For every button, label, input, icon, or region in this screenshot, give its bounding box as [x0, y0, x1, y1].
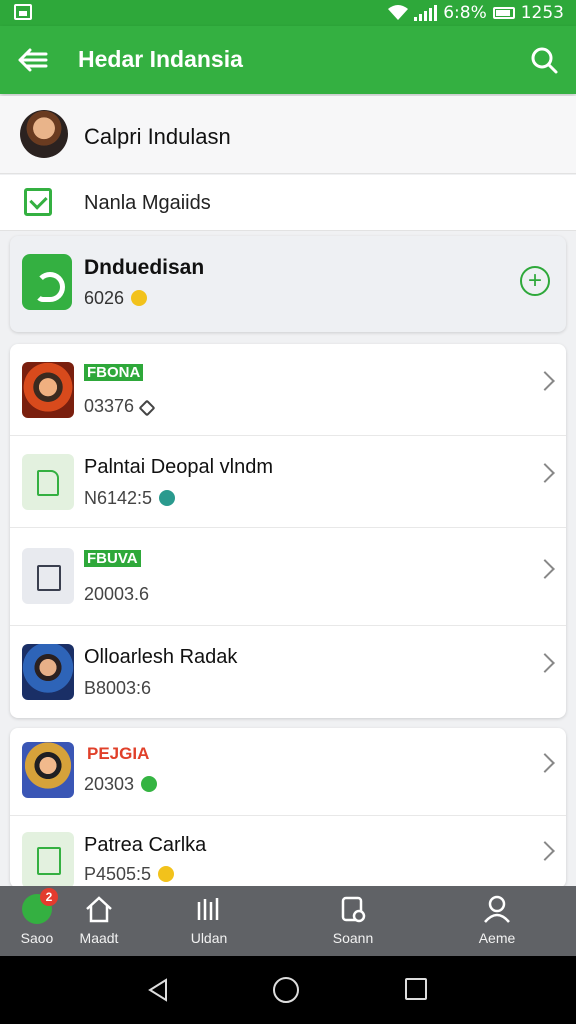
- nav-label: Maadt: [79, 930, 119, 946]
- list-item[interactable]: Olloarlesh Radak B8003:6: [10, 626, 566, 718]
- item-sub: P4505:5: [84, 864, 175, 885]
- recent-apps-icon[interactable]: [405, 978, 427, 1000]
- chat-icon: 2: [22, 888, 58, 924]
- item-sub: B8003:6: [84, 678, 152, 698]
- scan-icon: [341, 896, 366, 923]
- status-bar: 6:8% 1253: [0, 0, 576, 26]
- home-circle-icon[interactable]: [273, 977, 299, 1003]
- bottom-nav: 2 Saoo Maadt Uldan Soann Aeme: [0, 886, 576, 956]
- bars-icon: [197, 898, 219, 920]
- list-item[interactable]: FBUVA 20003.6: [10, 528, 566, 626]
- chart-check-icon: [24, 188, 52, 216]
- nav-item-list[interactable]: Uldan: [164, 894, 254, 946]
- list-item[interactable]: Palntai Deopal vlndm N6142:5: [10, 436, 566, 528]
- home-icon: [86, 896, 112, 923]
- app-bar: Hedar Indansia: [0, 26, 576, 94]
- list-card: PEJGIA 20303 Patrea Carlka P4505:5: [10, 728, 566, 888]
- nav-item-profile[interactable]: Aeme: [452, 894, 542, 946]
- sub-row[interactable]: Nanla Mgaiids: [0, 175, 576, 231]
- nav-item-home[interactable]: Maadt: [54, 894, 144, 946]
- nav-label: Aeme: [478, 930, 516, 946]
- battery-icon: [492, 7, 515, 19]
- gallery-icon: [14, 4, 32, 20]
- sub-row-label: Nanla Mgaiids: [84, 192, 211, 214]
- list-item[interactable]: Patrea Carlka P4505:5: [10, 816, 566, 888]
- profile-icon: [484, 895, 510, 923]
- item-sub: 20003.6: [84, 584, 150, 604]
- item-sub: N6142:5: [84, 488, 176, 509]
- account-name: Calpri Indulasn: [84, 124, 231, 149]
- featured-name: Dnduedisan: [84, 256, 205, 279]
- document-icon: [22, 832, 74, 888]
- wifi-icon: [388, 5, 409, 20]
- page-title: Hedar Indansia: [78, 46, 243, 72]
- edit-document-icon: [22, 548, 74, 604]
- search-icon[interactable]: [528, 44, 560, 76]
- tag-icon: [138, 399, 156, 417]
- document-icon: [22, 454, 74, 510]
- chevron-right-icon: [535, 559, 555, 579]
- chevron-right-icon: [535, 653, 555, 673]
- emoji-icon: [158, 866, 175, 882]
- chevron-right-icon: [535, 463, 555, 483]
- item-tag: PEJGIA: [87, 744, 150, 763]
- add-circle-icon[interactable]: +: [520, 266, 550, 296]
- app-icon: [22, 254, 72, 310]
- item-sub: 03376: [84, 396, 156, 417]
- battery-percent: 6:8%: [443, 3, 487, 23]
- item-sub: 20303: [84, 774, 158, 795]
- check-icon: [141, 776, 158, 792]
- emoji-icon: [159, 490, 176, 506]
- thumbnail: [22, 362, 74, 418]
- back-triangle-icon[interactable]: [146, 978, 170, 1002]
- thumbnail: [22, 742, 74, 798]
- status-bar-right: 6:8% 1253: [388, 3, 564, 23]
- chevron-right-icon: [535, 841, 555, 861]
- featured-meta: 6026: [84, 288, 148, 309]
- nav-label: Uldan: [190, 930, 228, 946]
- clock: 1253: [520, 3, 564, 23]
- featured-card[interactable]: Dnduedisan 6026 +: [10, 236, 566, 332]
- list-item[interactable]: FBONA 03376: [10, 344, 566, 436]
- chevron-right-icon: [535, 371, 555, 391]
- item-tag: FBONA: [84, 364, 144, 381]
- list-item[interactable]: PEJGIA 20303: [10, 728, 566, 816]
- chevron-right-icon: [535, 753, 555, 773]
- item-title: Olloarlesh Radak: [84, 646, 238, 668]
- avatar: [20, 110, 68, 158]
- back-arrow-icon[interactable]: [18, 46, 48, 74]
- thumbnail: [22, 644, 74, 700]
- signal-icon: [414, 5, 438, 21]
- item-title: Palntai Deopal vlndm: [84, 456, 273, 478]
- account-row[interactable]: Calpri Indulasn: [0, 96, 576, 174]
- emoji-icon: [131, 290, 148, 306]
- list-card: FBONA 03376 Palntai Deopal vlndm N6142:5…: [10, 344, 566, 718]
- system-nav-bar: [0, 956, 576, 1024]
- item-title: Patrea Carlka: [84, 834, 207, 856]
- item-tag: FBUVA: [84, 550, 141, 567]
- nav-item-scan[interactable]: Soann: [308, 894, 398, 946]
- nav-label: Soann: [332, 930, 374, 946]
